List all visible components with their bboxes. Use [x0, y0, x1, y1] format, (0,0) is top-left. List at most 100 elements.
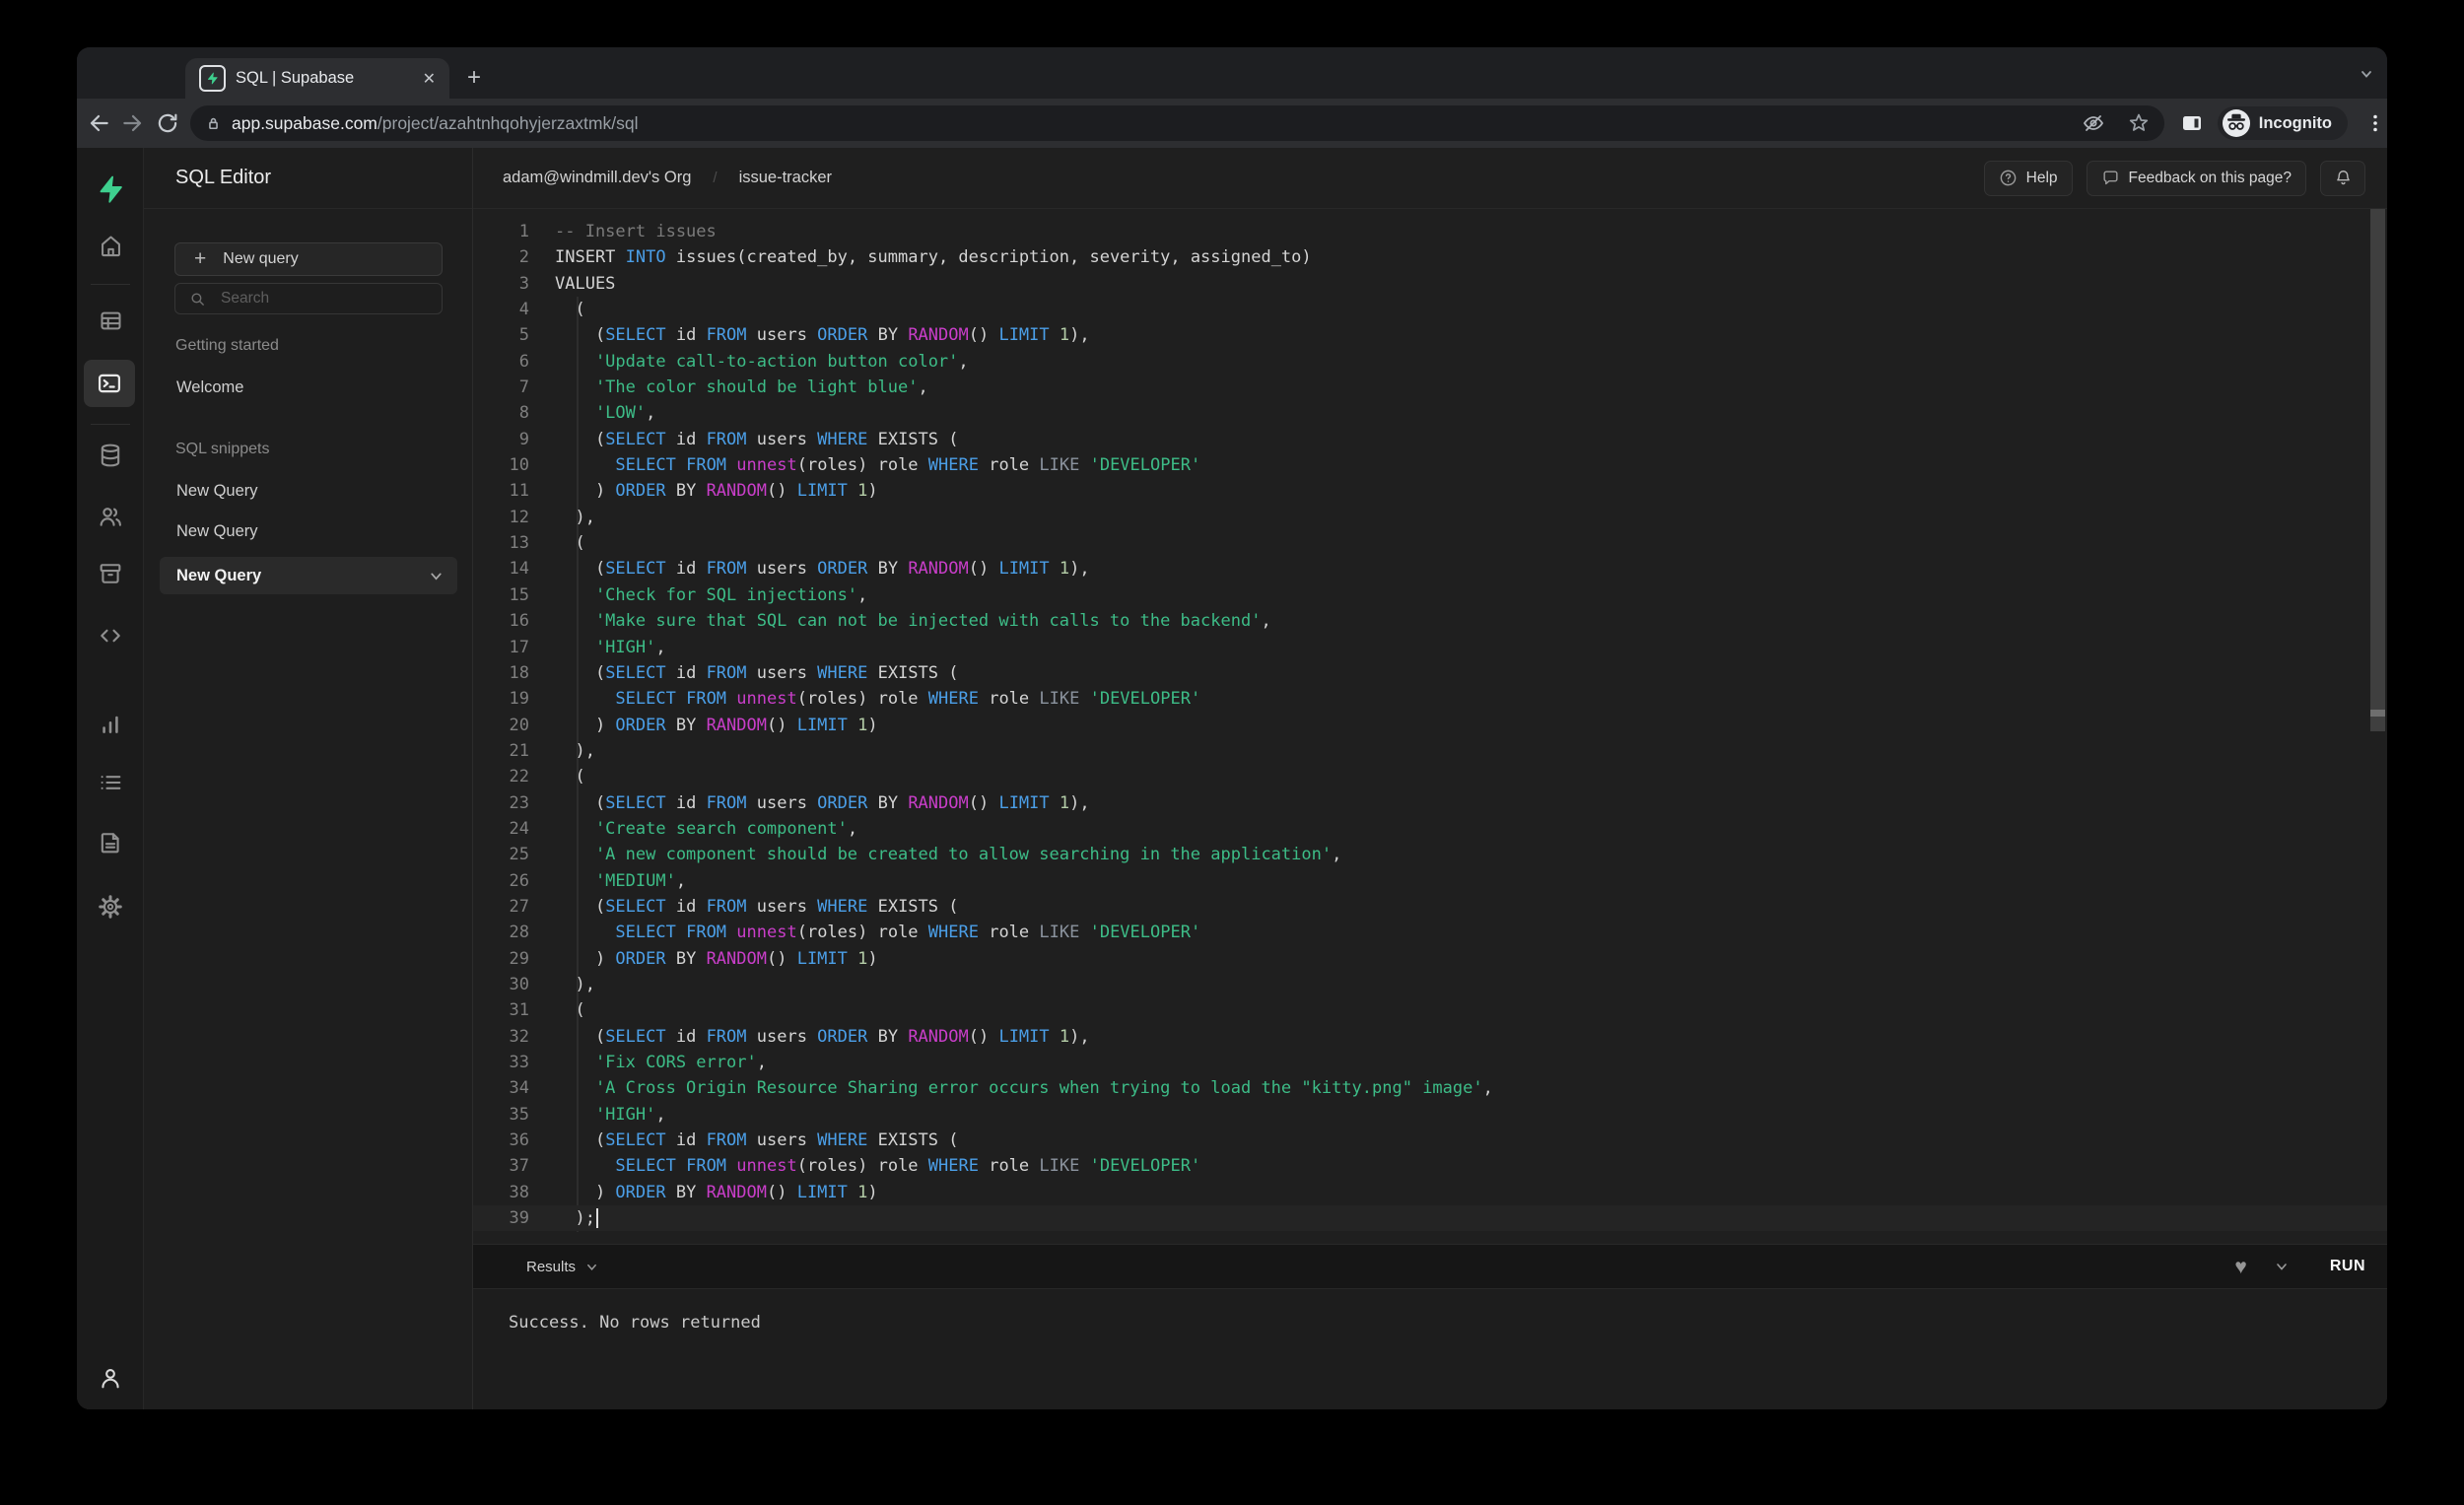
code-line-37[interactable]: 37 SELECT FROM unnest(roles) role WHERE …	[473, 1153, 2387, 1179]
code-lines: 1 -- Insert issues 2 INSERT INTO issues(cre…	[473, 219, 2387, 1232]
settings-gear-icon[interactable]	[77, 893, 144, 921]
new-query-label: New query	[223, 250, 299, 267]
code-line-24[interactable]: 24 'Create search component',	[473, 816, 2387, 842]
sidebar-item-new-query-selected[interactable]: New Query	[160, 557, 457, 594]
section-getting-started: Getting started	[175, 337, 279, 354]
help-label: Help	[2025, 169, 2058, 186]
code-line-18[interactable]: 18 (SELECT id FROM users WHERE EXISTS (	[473, 660, 2387, 686]
code-line-9[interactable]: 9 (SELECT id FROM users WHERE EXISTS (	[473, 427, 2387, 452]
supabase-logo-icon[interactable]	[77, 174, 144, 204]
account-icon[interactable]	[77, 1364, 144, 1392]
reports-chart-icon[interactable]	[77, 711, 144, 738]
code-line-6[interactable]: 6 'Update call-to-action button color',	[473, 349, 2387, 375]
code-line-10[interactable]: 10 SELECT FROM unnest(roles) role WHERE …	[473, 452, 2387, 478]
side-panel-icon[interactable]	[2180, 111, 2204, 135]
code-line-19[interactable]: 19 SELECT FROM unnest(roles) role WHERE …	[473, 686, 2387, 712]
rail-divider	[91, 284, 130, 285]
sql-editor-icon[interactable]	[84, 360, 135, 407]
sidebar-item-new-query-1[interactable]: New Query	[176, 482, 258, 501]
code-editor[interactable]: 1 -- Insert issues 2 INSERT INTO issues(cre…	[473, 209, 2387, 1244]
search-icon	[191, 292, 204, 306]
nav-rail	[77, 148, 144, 1409]
storage-icon[interactable]	[77, 560, 144, 587]
code-line-13[interactable]: 13 (	[473, 530, 2387, 556]
code-line-3[interactable]: 3 VALUES	[473, 271, 2387, 297]
code-line-8[interactable]: 8 'LOW',	[473, 400, 2387, 426]
snippet-search[interactable]	[174, 283, 443, 314]
breadcrumb-org[interactable]: adam@windmill.dev's Org	[503, 169, 691, 187]
browser-toolbar: app.supabase.com/project/azahtnhqohyjerz…	[77, 99, 2387, 148]
code-line-20[interactable]: 20 ) ORDER BY RANDOM() LIMIT 1)	[473, 713, 2387, 738]
code-line-23[interactable]: 23 (SELECT id FROM users ORDER BY RANDOM…	[473, 790, 2387, 816]
eye-off-icon[interactable]	[2082, 111, 2105, 135]
code-line-26[interactable]: 26 'MEDIUM',	[473, 868, 2387, 894]
url-bar[interactable]: app.supabase.com/project/azahtnhqohyjerz…	[190, 105, 2164, 141]
auth-users-icon[interactable]	[77, 503, 144, 530]
browser-tab[interactable]: SQL | Supabase ✕	[185, 58, 449, 99]
run-button[interactable]: RUN	[2330, 1258, 2365, 1275]
code-line-4[interactable]: 4 (	[473, 297, 2387, 322]
browser-menu-button[interactable]	[2363, 111, 2387, 135]
breadcrumb-project[interactable]: issue-tracker	[739, 169, 832, 187]
code-line-2[interactable]: 2 INSERT INTO issues(created_by, summary,…	[473, 244, 2387, 270]
code-line-27[interactable]: 27 (SELECT id FROM users WHERE EXISTS (	[473, 894, 2387, 920]
code-line-11[interactable]: 11 ) ORDER BY RANDOM() LIMIT 1)	[473, 478, 2387, 504]
chevron-down-icon[interactable]	[429, 569, 444, 583]
tab-search-chevron-icon[interactable]	[2360, 67, 2373, 81]
browser-window: SQL | Supabase ✕ + app.supabase.com/proj…	[77, 47, 2387, 1409]
api-code-icon[interactable]	[77, 622, 144, 650]
code-line-33[interactable]: 33 'Fix CORS error',	[473, 1050, 2387, 1075]
code-line-31[interactable]: 31 (	[473, 997, 2387, 1023]
editor-scrollbar[interactable]	[2370, 209, 2385, 731]
code-line-16[interactable]: 16 'Make sure that SQL can not be inject…	[473, 608, 2387, 634]
code-line-36[interactable]: 36 (SELECT id FROM users WHERE EXISTS (	[473, 1128, 2387, 1153]
code-line-39[interactable]: 39 );	[473, 1205, 2387, 1232]
back-button[interactable]	[86, 110, 111, 136]
reload-button[interactable]	[155, 110, 180, 136]
table-editor-icon[interactable]	[77, 308, 144, 334]
docs-icon[interactable]	[77, 829, 144, 856]
logs-list-icon[interactable]	[77, 769, 144, 796]
results-tab[interactable]: Results	[526, 1259, 576, 1275]
code-line-22[interactable]: 22 (	[473, 764, 2387, 789]
results-chevron-icon[interactable]	[585, 1261, 598, 1273]
notifications-button[interactable]	[2320, 160, 2365, 196]
code-line-34[interactable]: 34 'A Cross Origin Resource Sharing erro…	[473, 1075, 2387, 1101]
favorite-chevron-icon[interactable]	[2275, 1260, 2289, 1273]
help-button[interactable]: Help	[1983, 160, 2073, 196]
code-line-28[interactable]: 28 SELECT FROM unnest(roles) role WHERE …	[473, 920, 2387, 945]
code-line-14[interactable]: 14 (SELECT id FROM users ORDER BY RANDOM…	[473, 556, 2387, 581]
code-line-35[interactable]: 35 'HIGH',	[473, 1102, 2387, 1128]
url-path: /project/azahtnhqohyjerzaxtmk/sql	[376, 112, 639, 133]
text-cursor	[595, 1208, 598, 1229]
code-line-38[interactable]: 38 ) ORDER BY RANDOM() LIMIT 1)	[473, 1180, 2387, 1205]
code-line-21[interactable]: 21 ),	[473, 738, 2387, 764]
help-circle-icon	[2000, 170, 2016, 186]
code-line-30[interactable]: 30 ),	[473, 972, 2387, 997]
incognito-label: Incognito	[2258, 113, 2332, 132]
code-line-29[interactable]: 29 ) ORDER BY RANDOM() LIMIT 1)	[473, 946, 2387, 972]
new-query-button[interactable]: + New query	[174, 242, 443, 276]
code-line-15[interactable]: 15 'Check for SQL injections',	[473, 582, 2387, 608]
code-line-25[interactable]: 25 'A new component should be created to…	[473, 842, 2387, 867]
forward-button[interactable]	[120, 110, 146, 136]
home-icon[interactable]	[77, 233, 144, 259]
code-line-17[interactable]: 17 'HIGH',	[473, 635, 2387, 660]
code-line-5[interactable]: 5 (SELECT id FROM users ORDER BY RANDOM(…	[473, 322, 2387, 348]
plus-icon: +	[194, 247, 207, 270]
tab-close-icon[interactable]: ✕	[423, 69, 436, 89]
database-icon[interactable]	[77, 442, 144, 469]
new-tab-button[interactable]: +	[461, 65, 487, 91]
feedback-label: Feedback on this page?	[2128, 169, 2292, 186]
code-line-12[interactable]: 12 ),	[473, 505, 2387, 530]
sidebar-item-new-query-2[interactable]: New Query	[176, 522, 258, 541]
bookmark-star-icon[interactable]	[2127, 111, 2151, 135]
code-line-1[interactable]: 1 -- Insert issues	[473, 219, 2387, 244]
url-text: app.supabase.com/project/azahtnhqohyjerz…	[232, 113, 2082, 134]
search-input[interactable]	[219, 289, 420, 308]
code-line-32[interactable]: 32 (SELECT id FROM users ORDER BY RANDOM…	[473, 1024, 2387, 1050]
code-line-7[interactable]: 7 'The color should be light blue',	[473, 375, 2387, 400]
sidebar-item-welcome[interactable]: Welcome	[176, 378, 243, 397]
favorite-heart-icon[interactable]: ♥	[2234, 1257, 2246, 1277]
feedback-button[interactable]: Feedback on this page?	[2086, 160, 2306, 196]
